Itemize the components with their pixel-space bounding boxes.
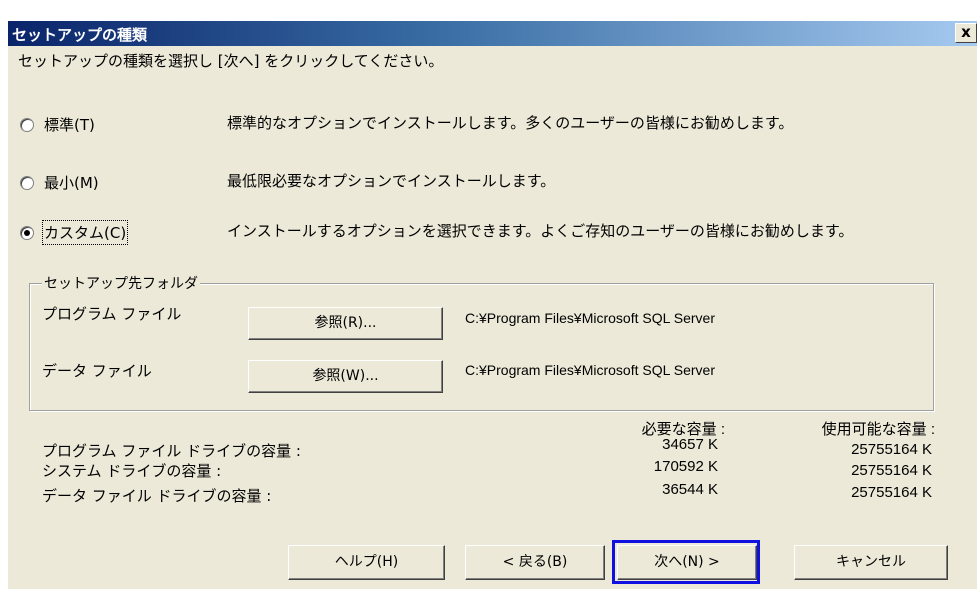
space-available-value: 25755164 K [851, 441, 932, 458]
title-bar: セットアップの種類 x [8, 21, 977, 46]
radio-button-checked-icon[interactable] [20, 225, 34, 240]
help-button[interactable]: ヘルプ(H) [288, 545, 445, 580]
close-button[interactable]: x [955, 23, 977, 43]
radio-button-icon[interactable] [20, 117, 34, 132]
radio-standard-label[interactable]: 標準(T) [44, 114, 95, 135]
space-required-value: 36544 K [662, 481, 718, 498]
radio-standard[interactable]: 標準(T) [20, 114, 95, 135]
minimum-description: 最低限必要なオプションでインストールします。 [227, 172, 556, 190]
data-files-path: C:¥Program Files¥Microsoft SQL Server [465, 362, 715, 378]
space-required-value: 34657 K [662, 436, 718, 453]
radio-minimum[interactable]: 最小(M) [20, 172, 99, 193]
radio-minimum-label[interactable]: 最小(M) [44, 172, 99, 193]
custom-description: インストールするオプションを選択できます。よくご存知のユーザーの皆様にお勧めしま… [227, 222, 854, 240]
space-available-value: 25755164 K [851, 484, 932, 501]
space-row-label: システム ドライブの容量 : [42, 462, 222, 480]
window-title: セットアップの種類 [12, 26, 148, 44]
next-button[interactable]: 次へ(N) > [617, 545, 757, 580]
space-row-label: データ ファイル ドライブの容量 : [42, 487, 272, 505]
space-required-value: 170592 K [653, 458, 718, 475]
space-row-label: プログラム ファイル ドライブの容量 : [42, 442, 301, 460]
browse-program-button[interactable]: 参照(R)... [248, 307, 443, 340]
available-space-header: 使用可能な容量 : [821, 421, 935, 438]
space-available-value: 25755164 K [851, 462, 932, 479]
program-files-path: C:¥Program Files¥Microsoft SQL Server [465, 310, 715, 326]
program-files-label: プログラム ファイル [42, 305, 182, 323]
browse-data-button[interactable]: 参照(W)... [248, 360, 443, 393]
group-title: セットアップ先フォルダ [42, 273, 200, 293]
back-button[interactable]: < 戻る(B) [465, 545, 605, 580]
data-files-label: データ ファイル [42, 362, 152, 380]
standard-description: 標準的なオプションでインストールします。多くのユーザーの皆様にお勧めします。 [227, 114, 794, 132]
cancel-button[interactable]: キャンセル [794, 545, 948, 580]
radio-custom-label[interactable]: カスタム(C) [41, 220, 129, 245]
instruction-text: セットアップの種類を選択し [次へ] をクリックしてください。 [18, 52, 444, 70]
radio-custom[interactable]: カスタム(C) [20, 220, 129, 245]
radio-button-icon[interactable] [20, 175, 34, 190]
